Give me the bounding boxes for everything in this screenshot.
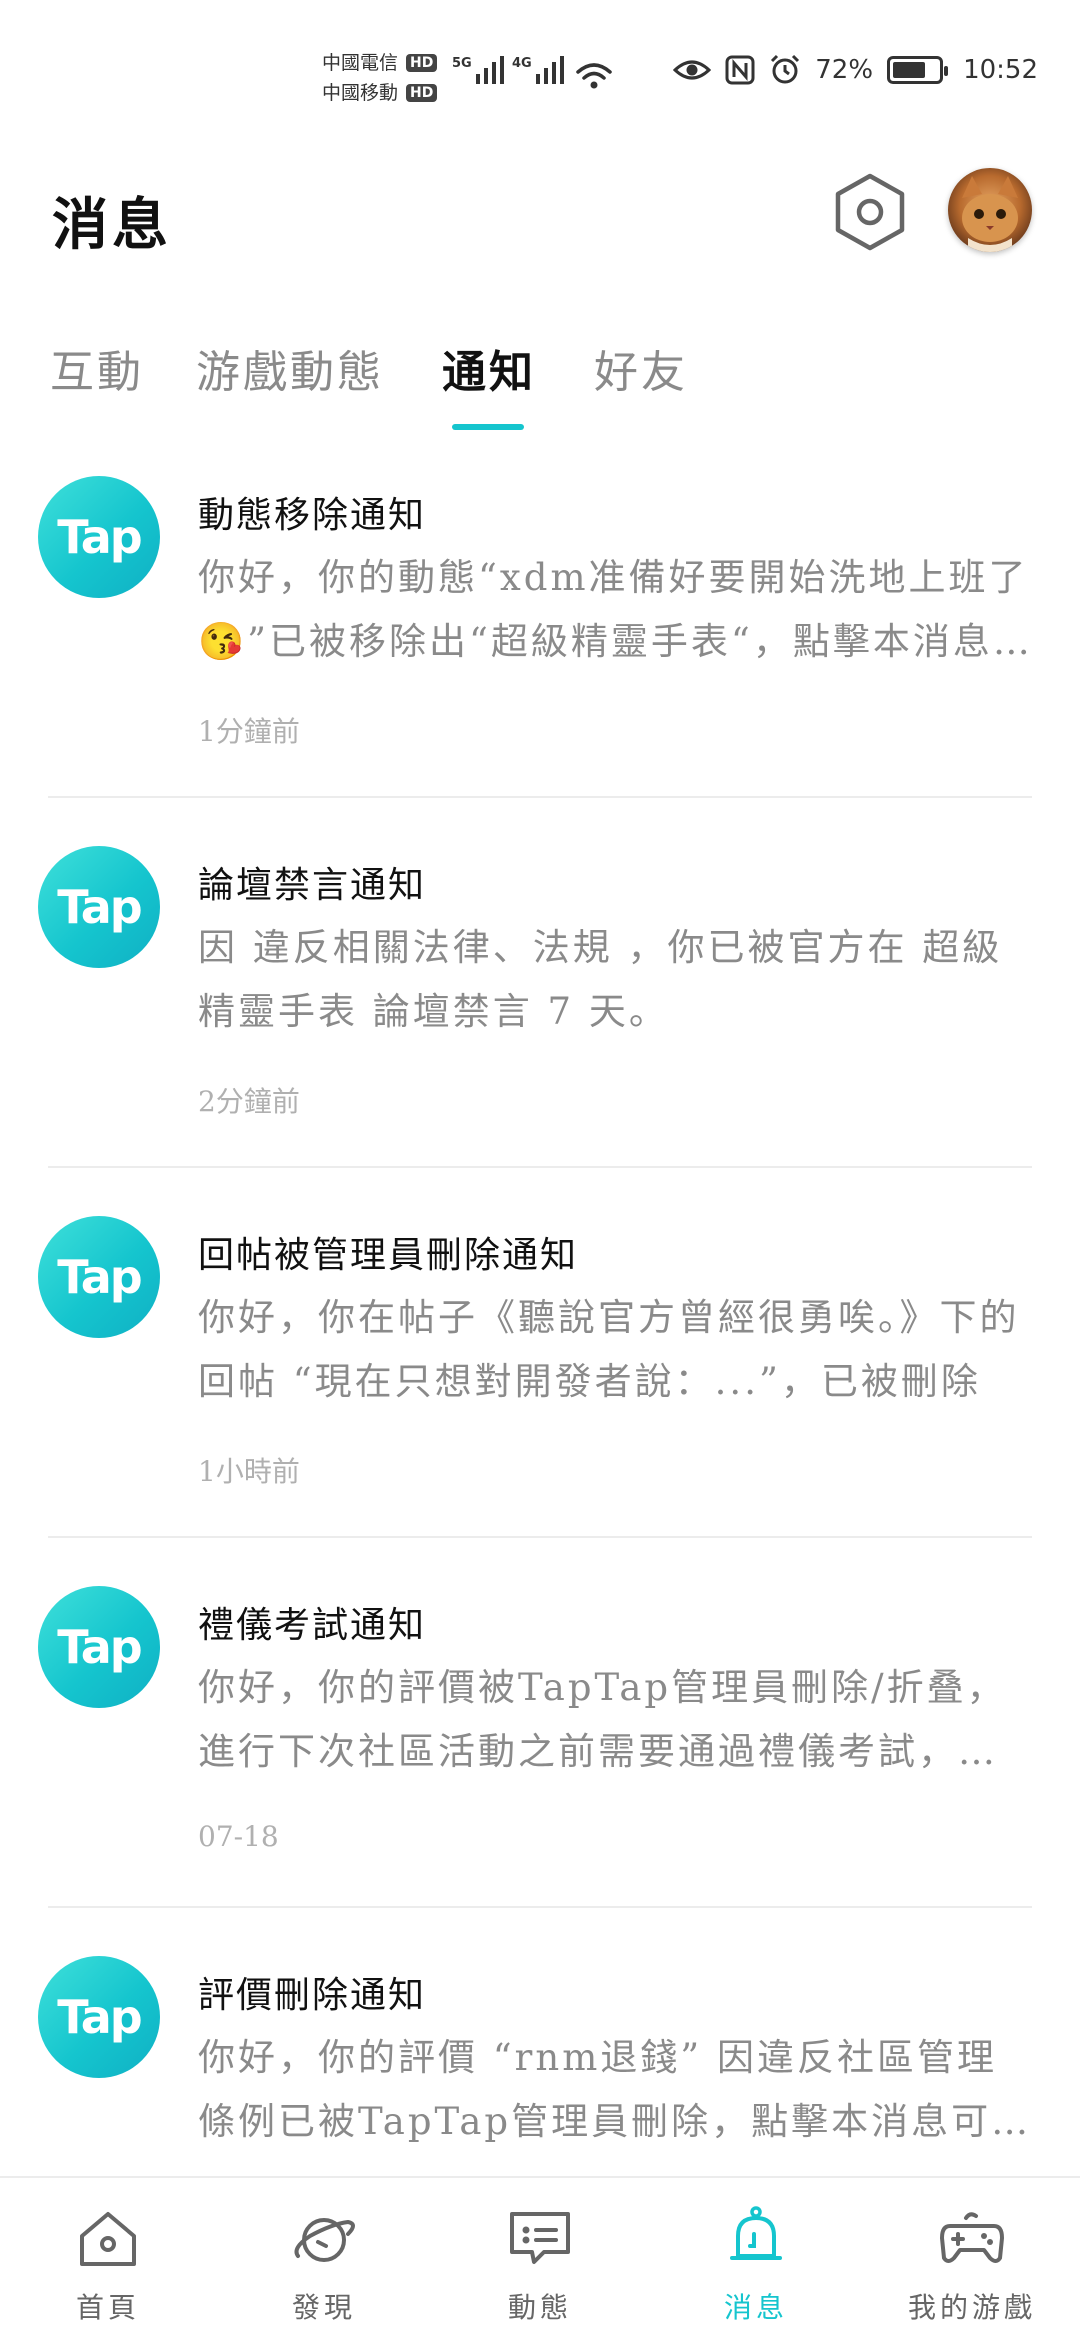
notification-item[interactable]: Tap 動態移除通知 你好，你的動態“xdm准備好要開始洗地上班了😘”已被移除出… [0,450,1080,820]
tab-friends[interactable]: 好友 [594,336,688,400]
notification-item[interactable]: Tap 回帖被管理員刪除通知 你好，你在帖子《聽說官方曾經很勇唉。》下的回帖 “… [0,1190,1080,1560]
chat-card-icon [510,2212,570,2264]
tap-logo-icon: Tap [38,476,160,598]
user-avatar[interactable] [948,168,1032,252]
tap-logo-icon: Tap [38,1956,160,2078]
tap-logo-icon: Tap [38,846,160,968]
hd-badge: HD [406,54,438,72]
tab-bar: 互動 游戲動態 通知 好友 [0,330,1080,440]
carrier-2: 中國移動 [322,82,399,104]
signal-4g-icon: 4G [512,56,564,84]
notification-time: 07-18 [198,1820,279,1853]
notification-time: 2分鐘前 [198,1085,300,1118]
notification-title: 評價刪除通知 [198,1975,427,2016]
tab-game-updates[interactable]: 游戲動態 [196,336,384,400]
carrier-1: 中國電信 [322,52,399,74]
notification-body: 你好，你的評價 “rnm退錢” 因違反社區管理條例已被TapTap管理員刪除，點… [198,2036,1032,2143]
nav-discover[interactable]: 發現 [216,2178,432,2340]
nav-label: 我的游戲 [907,2291,1036,2324]
battery-icon [887,56,949,84]
battery-percent: 72% [815,55,874,85]
notification-body: 你好，你的動態“xdm准備好要開始洗地上班了😘”已被移除出“超級精靈手表“，點擊… [198,556,1033,663]
status-bar: 中國電信 HD 中國移動 HD 5G 4G 72% 10:52 [0,0,1080,150]
notification-body: 因 違反相關法律、法規 ，你已被官方在 超級精靈手表 論壇禁言 7 天。 [198,926,1003,1033]
nav-label: 動態 [507,2291,572,2324]
eye-icon [673,60,712,80]
carrier-info: 中國電信 HD 中國移動 HD [322,48,438,108]
planet-icon [294,2218,355,2262]
tap-logo-icon: Tap [38,1216,160,1338]
notification-time: 1分鐘前 [198,715,300,748]
notification-item[interactable]: Tap 禮儀考試通知 你好，你的評價被TapTap管理員刪除/折叠，進行下次社區… [0,1560,1080,1930]
page-title: 消息 [52,192,172,258]
nfc-icon [725,55,755,85]
settings-hexagon-icon [835,173,905,251]
wifi-icon [576,63,612,89]
notification-title: 禮儀考試通知 [198,1605,427,1646]
clock: 10:52 [963,55,1038,85]
tab-notifications[interactable]: 通知 [442,336,536,400]
divider [48,796,1032,798]
notification-title: 動態移除通知 [198,495,427,536]
gamepad-icon [940,2212,1004,2263]
notification-body: 你好，你在帖子《聽說官方曾經很勇唉。》下的回帖 “現在只想對開發者說：...”，… [198,1296,1020,1403]
divider [48,1906,1032,1908]
bell-icon [730,2206,782,2260]
bottom-nav: 首頁 發現 動態 消息 我的游戲 [0,2176,1080,2340]
alarm-icon [771,54,800,84]
nav-label: 首頁 [75,2291,140,2324]
divider [48,1166,1032,1168]
notification-title: 論壇禁言通知 [198,865,427,906]
notification-body: 你好，你的評價被TapTap管理員刪除/折叠，進行下次社區活動之前需要通過禮儀考… [198,1666,1007,1773]
settings-button[interactable] [832,172,908,252]
nav-label: 消息 [723,2291,788,2324]
active-tab-indicator [452,424,524,430]
home-icon [80,2212,136,2266]
nav-my-games[interactable]: 我的游戲 [864,2178,1080,2340]
nav-home[interactable]: 首頁 [0,2178,216,2340]
network-label: 4G [512,56,532,71]
nav-feed[interactable]: 動態 [432,2178,648,2340]
divider [48,1536,1032,1538]
notification-item[interactable]: Tap 論壇禁言通知 因 違反相關法律、法規 ，你已被官方在 超級精靈手表 論壇… [0,820,1080,1190]
tab-interactions[interactable]: 互動 [50,336,144,400]
notification-title: 回帖被管理員刪除通知 [198,1235,579,1276]
signal-5g-icon: 5G [452,56,504,84]
nav-label: 發現 [291,2291,356,2324]
network-label: 5G [452,56,472,71]
tap-logo-icon: Tap [38,1586,160,1708]
nav-messages[interactable]: 消息 [648,2178,864,2340]
notification-time: 1小時前 [198,1455,300,1488]
status-right: 72% 10:52 [673,54,1038,86]
hd-badge: HD [406,84,438,102]
cat-avatar-icon [948,168,1032,252]
